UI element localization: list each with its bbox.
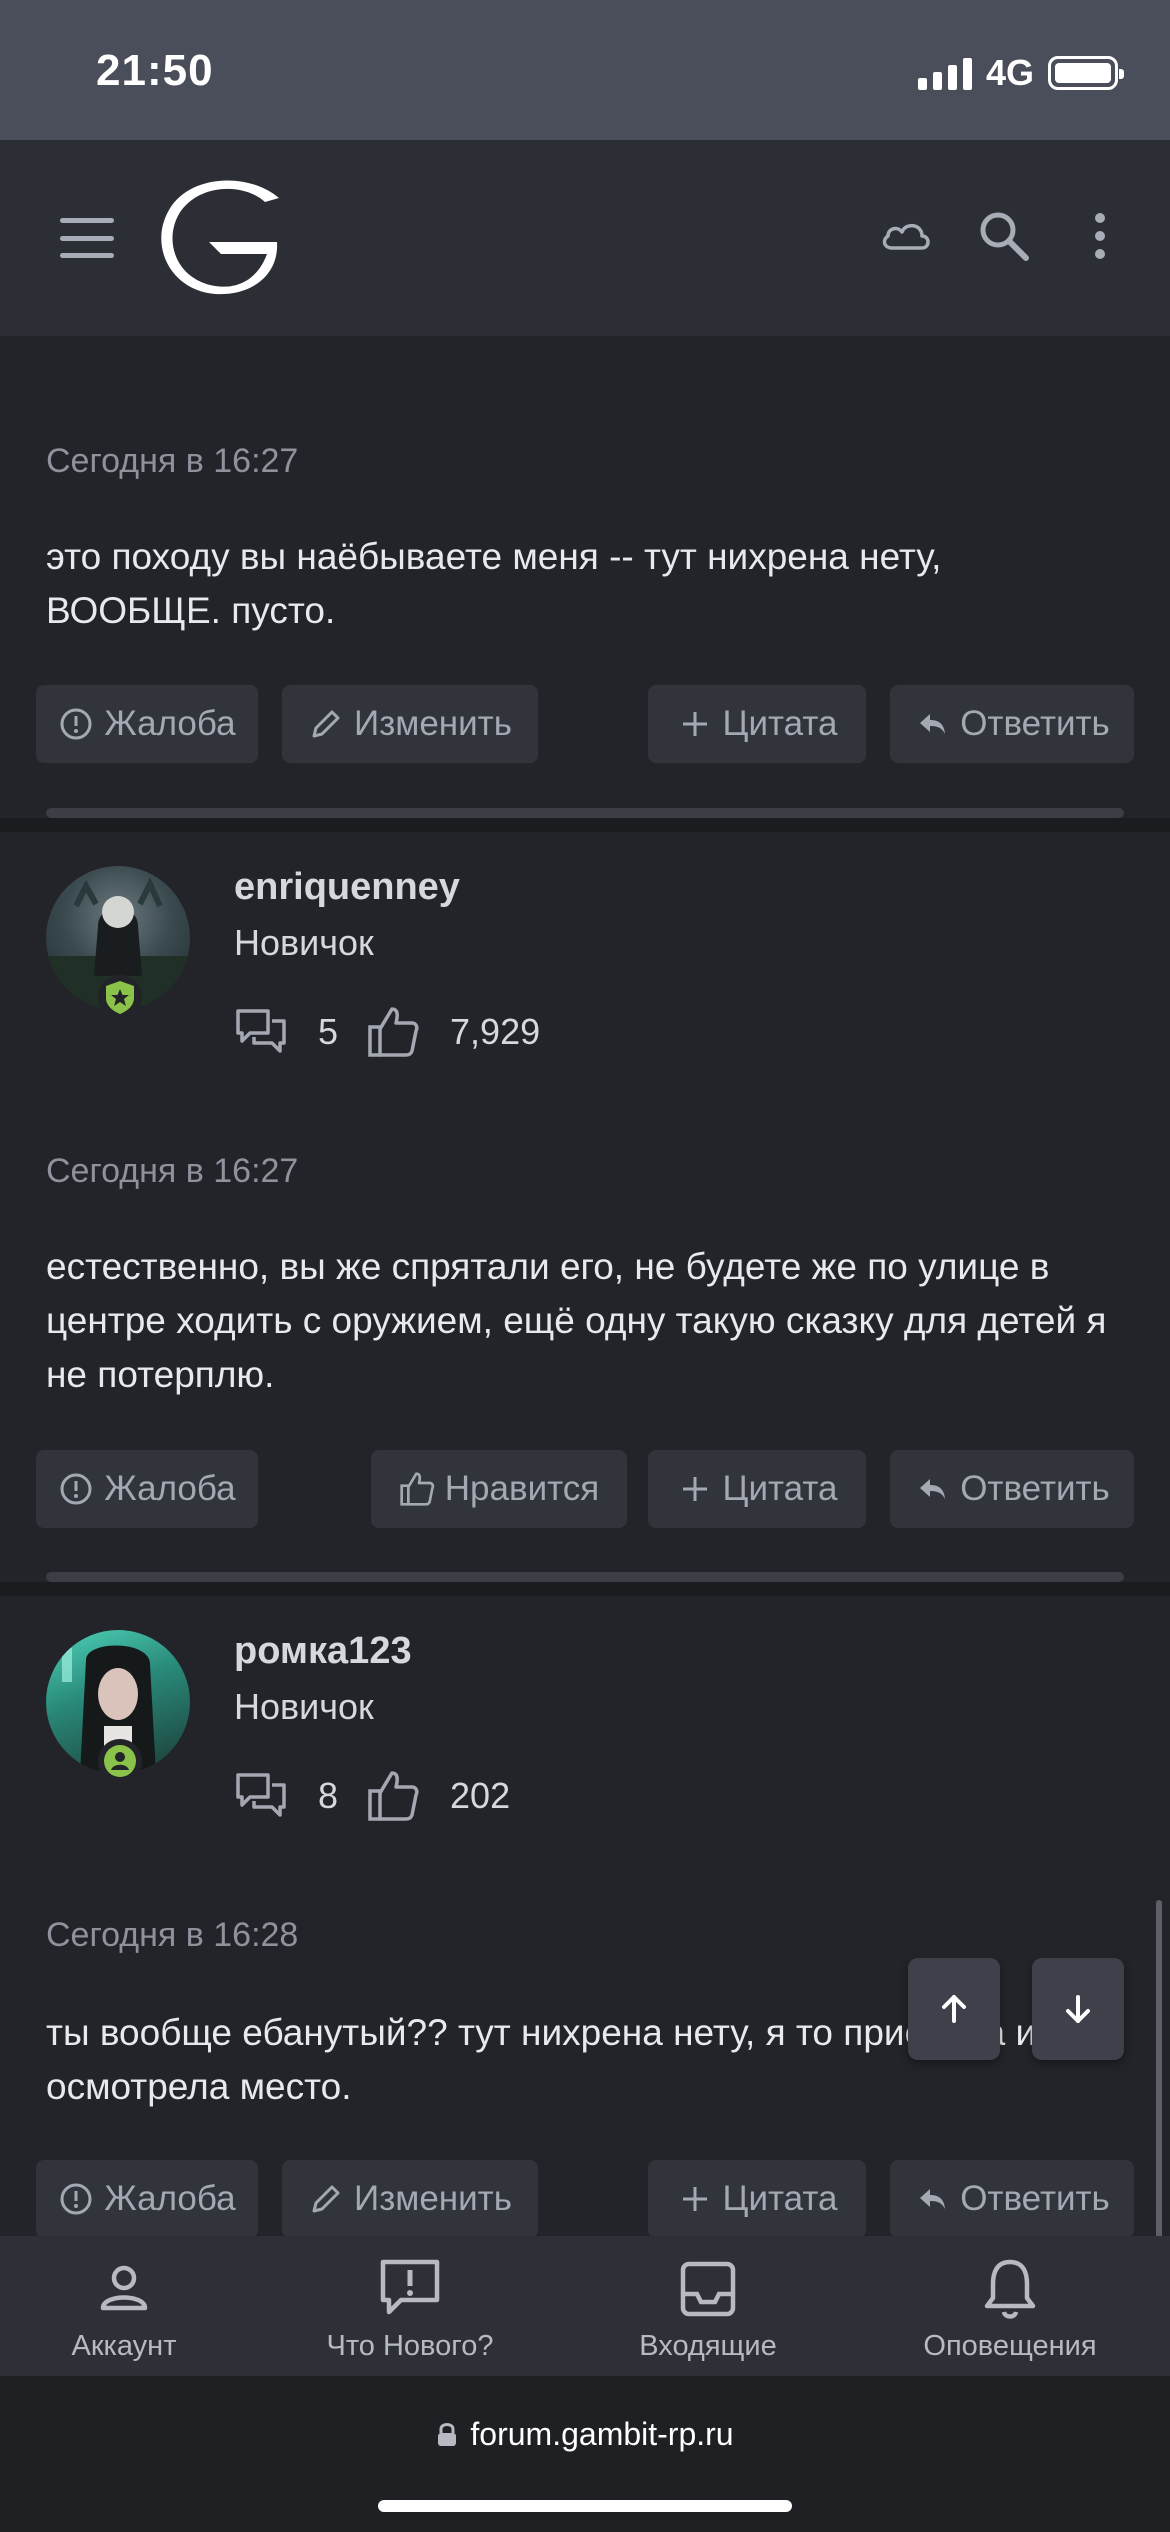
post-divider bbox=[46, 808, 1124, 818]
quote-button[interactable]: Цитата bbox=[648, 685, 866, 763]
arrow-down-icon bbox=[1066, 1995, 1090, 2023]
arrow-up-icon bbox=[942, 1995, 966, 2023]
reply-icon bbox=[920, 714, 946, 734]
post-separator bbox=[0, 1582, 1170, 1596]
quote-button[interactable]: Цитата bbox=[648, 1450, 866, 1528]
messages-count: 8 bbox=[318, 1775, 339, 1816]
post-timestamp[interactable]: Сегодня в 16:27 bbox=[46, 442, 298, 481]
post-message: это походу вы наёбываете меня -- тут них… bbox=[46, 536, 942, 631]
user-badge-icon bbox=[98, 975, 142, 1019]
plus-icon bbox=[682, 1477, 707, 1501]
pencil-icon bbox=[312, 710, 340, 738]
bottom-nav: Аккаунт Что Нового? Входящие Оповещения bbox=[0, 2236, 1170, 2376]
edit-button[interactable]: Изменить bbox=[282, 685, 538, 763]
user-badge-icon bbox=[98, 1739, 142, 1783]
home-indicator[interactable] bbox=[378, 2500, 792, 2512]
reply-icon bbox=[920, 1479, 946, 1499]
status-time: 21:50 bbox=[96, 46, 214, 95]
reply-button[interactable]: Ответить bbox=[890, 685, 1134, 763]
report-button[interactable]: Жалоба bbox=[36, 2160, 258, 2238]
reactions-count: 202 bbox=[450, 1775, 511, 1816]
url-field[interactable]: forum.gambit-rp.ru bbox=[0, 2416, 1170, 2453]
thumbs-up-icon bbox=[368, 1771, 419, 1821]
nav-whats-new[interactable]: Что Нового? bbox=[312, 2256, 508, 2363]
nav-inbox[interactable]: Входящие bbox=[630, 2256, 786, 2363]
search-icon[interactable] bbox=[974, 206, 1034, 266]
messages-icon bbox=[236, 1773, 286, 1817]
post-timestamp[interactable]: Сегодня в 16:27 bbox=[46, 1152, 298, 1191]
report-button[interactable]: Жалоба bbox=[36, 685, 258, 763]
like-button[interactable]: Нравится bbox=[371, 1450, 627, 1528]
inbox-icon bbox=[680, 2261, 736, 2317]
alert-circle-icon bbox=[60, 1473, 92, 1505]
user-stats: 5 7,929 bbox=[234, 1002, 540, 1062]
reactions-count: 7,929 bbox=[450, 1011, 541, 1052]
page: 21:50 4G Сегодня в 16:27 это походу вы н… bbox=[0, 0, 1170, 2532]
messages-count: 5 bbox=[318, 1011, 339, 1052]
app-header bbox=[0, 140, 1170, 336]
report-button[interactable]: Жалоба bbox=[36, 1450, 258, 1528]
status-indicators: 4G bbox=[917, 52, 1124, 94]
alert-circle-icon bbox=[60, 2183, 92, 2215]
plus-icon bbox=[682, 2187, 707, 2211]
user-title: Новичок bbox=[234, 922, 374, 963]
url-text: forum.gambit-rp.ru bbox=[470, 2416, 734, 2452]
username-link[interactable]: enriquenney bbox=[234, 866, 460, 909]
battery-icon bbox=[1048, 56, 1124, 90]
browser-url-bar: forum.gambit-rp.ru bbox=[0, 2376, 1170, 2532]
post-separator bbox=[0, 818, 1170, 832]
pencil-icon bbox=[312, 2185, 340, 2213]
cloud-icon[interactable] bbox=[876, 206, 936, 266]
whats-new-icon bbox=[380, 2259, 440, 2315]
menu-icon[interactable] bbox=[60, 218, 114, 258]
bell-icon bbox=[984, 2259, 1036, 2319]
post-divider bbox=[46, 1572, 1124, 1582]
scroll-down-button[interactable] bbox=[1032, 1958, 1124, 2060]
thumbs-up-icon bbox=[400, 1472, 434, 1506]
plus-icon bbox=[682, 712, 707, 736]
thumbs-up-icon bbox=[368, 1007, 419, 1057]
edit-button[interactable]: Изменить bbox=[282, 2160, 538, 2238]
scrollbar[interactable] bbox=[1156, 1900, 1162, 2240]
user-title: Новичок bbox=[234, 1686, 374, 1727]
post-message: естественно, вы же спрятали его, не буде… bbox=[46, 1246, 1107, 1395]
alert-circle-icon bbox=[60, 708, 92, 740]
signal-icon bbox=[917, 56, 972, 90]
network-type: 4G bbox=[985, 52, 1034, 93]
nav-account[interactable]: Аккаунт bbox=[64, 2256, 184, 2363]
status-bar: 21:50 4G bbox=[0, 0, 1170, 140]
post-timestamp[interactable]: Сегодня в 16:28 bbox=[46, 1916, 298, 1955]
messages-icon bbox=[236, 1009, 286, 1053]
user-stats: 8 202 bbox=[234, 1766, 510, 1826]
more-vertical-icon[interactable] bbox=[1070, 206, 1130, 266]
nav-notifications[interactable]: Оповещения bbox=[912, 2256, 1108, 2363]
scroll-up-button[interactable] bbox=[908, 1958, 1000, 2060]
username-link[interactable]: ромка123 bbox=[234, 1630, 412, 1673]
reply-button[interactable]: Ответить bbox=[890, 2160, 1134, 2238]
reply-icon bbox=[920, 2189, 946, 2209]
account-icon bbox=[100, 2265, 148, 2311]
quote-button[interactable]: Цитата bbox=[648, 2160, 866, 2238]
reply-button[interactable]: Ответить bbox=[890, 1450, 1134, 1528]
gambit-logo[interactable] bbox=[155, 180, 285, 296]
lock-icon bbox=[438, 2422, 457, 2446]
